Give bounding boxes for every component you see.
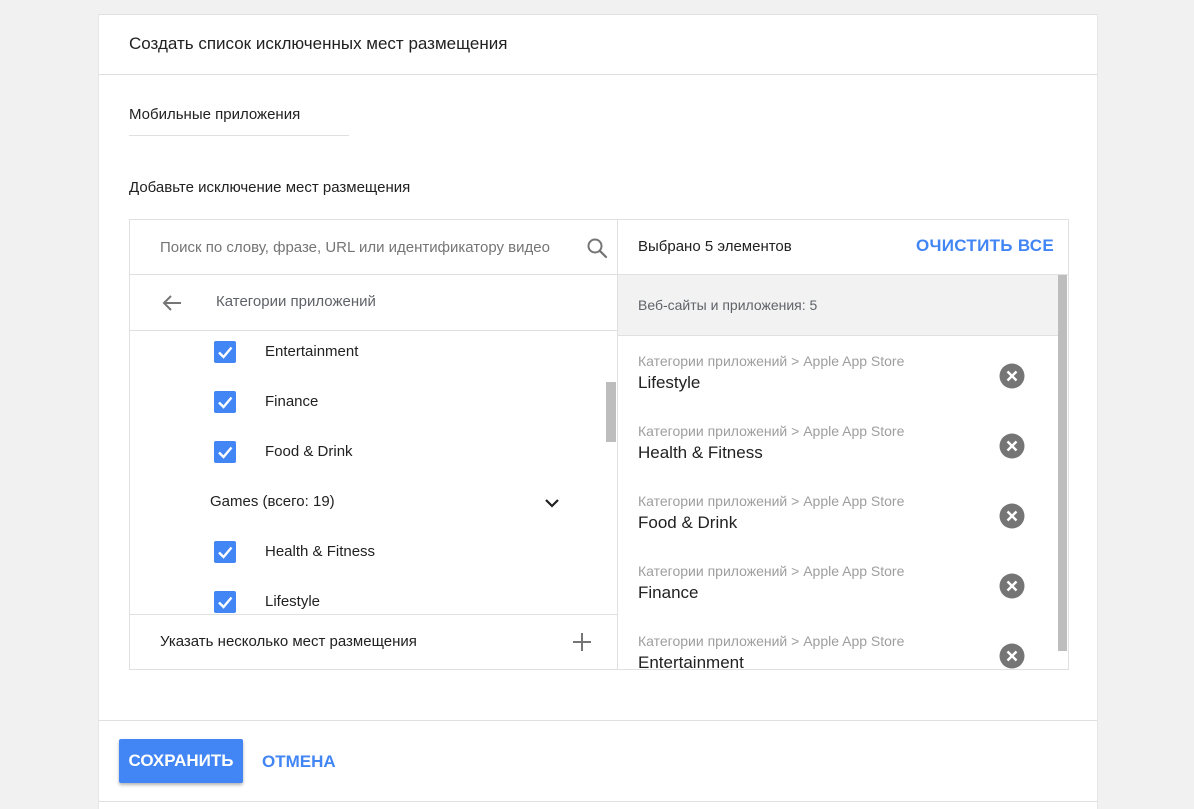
chevron-down-icon[interactable]: [540, 491, 564, 515]
category-list: Entertainment Finance Food & Drink Games…: [130, 331, 617, 614]
category-label: Health & Fitness: [265, 543, 376, 560]
arrow-back-icon[interactable]: [160, 291, 184, 315]
category-item-food-drink[interactable]: Food & Drink: [130, 429, 600, 479]
check-icon: [218, 596, 233, 609]
category-title: Категории приложений: [216, 293, 376, 310]
category-group-games[interactable]: Games (всего: 19): [130, 479, 600, 529]
selected-item-path: Категории приложений > Apple App Store: [638, 563, 905, 579]
selected-item-name: Food & Drink: [638, 513, 738, 532]
category-header: Категории приложений: [130, 275, 617, 331]
remove-circle-icon[interactable]: [999, 433, 1025, 459]
selected-count: Выбрано 5 элементов: [638, 238, 792, 255]
add-multiple-row[interactable]: Указать несколько мест размещения: [130, 614, 617, 669]
save-button[interactable]: СОХРАНИТЬ: [119, 739, 243, 783]
selected-item: Категории приложений > Apple App Store F…: [618, 493, 1058, 563]
search-icon[interactable]: [585, 236, 609, 260]
checkbox-checked[interactable]: [214, 541, 236, 563]
top-divider: [99, 14, 1097, 15]
remove-circle-icon[interactable]: [999, 573, 1025, 599]
selected-item-name: Lifestyle: [638, 373, 701, 392]
category-label: Food & Drink: [265, 443, 353, 460]
remove-circle-icon[interactable]: [999, 643, 1025, 669]
placement-picker: Категории приложений Entertainment Finan…: [129, 219, 1069, 670]
check-icon: [218, 546, 233, 559]
selected-item-name: Entertainment: [638, 653, 744, 669]
selected-scrollbar[interactable]: [1058, 275, 1067, 651]
category-item-lifestyle[interactable]: Lifestyle: [130, 579, 600, 614]
category-item-entertainment[interactable]: Entertainment: [130, 331, 600, 379]
checkbox-checked[interactable]: [214, 441, 236, 463]
checkbox-checked[interactable]: [214, 591, 236, 613]
selected-item-path: Категории приложений > Apple App Store: [638, 493, 905, 509]
dialog-title: Создать список исключенных мест размещен…: [129, 34, 508, 53]
checkbox-checked[interactable]: [214, 341, 236, 363]
title-divider: [99, 74, 1097, 75]
check-icon: [218, 346, 233, 359]
check-icon: [218, 446, 233, 459]
selected-pane: Выбрано 5 элементов ОЧИСТИТЬ ВСЕ Веб-сай…: [618, 220, 1068, 669]
remove-circle-icon[interactable]: [999, 503, 1025, 529]
selected-item-path: Категории приложений > Apple App Store: [638, 633, 905, 649]
category-item-finance[interactable]: Finance: [130, 379, 600, 429]
search-input[interactable]: [160, 236, 582, 258]
list-name-field[interactable]: Мобильные приложения: [129, 106, 349, 136]
plus-icon[interactable]: [570, 630, 594, 654]
section-label: Добавьте исключение мест размещения: [129, 179, 411, 196]
clear-all-button[interactable]: ОЧИСТИТЬ ВСЕ: [916, 236, 1054, 256]
selected-item: Категории приложений > Apple App Store F…: [618, 563, 1058, 633]
remove-circle-icon[interactable]: [999, 363, 1025, 389]
group-header-text: Веб-сайты и приложения: 5: [638, 297, 818, 313]
selected-item: Категории приложений > Apple App Store L…: [618, 353, 1058, 423]
bottom-divider: [99, 801, 1097, 802]
group-label: Games (всего: 19): [210, 493, 335, 510]
category-label: Finance: [265, 393, 319, 410]
category-label: Lifestyle: [265, 593, 321, 610]
selected-item: Категории приложений > Apple App Store E…: [618, 633, 1058, 669]
checkbox-checked[interactable]: [214, 391, 236, 413]
selected-header: Выбрано 5 элементов ОЧИСТИТЬ ВСЕ: [618, 220, 1068, 275]
footer-divider: [99, 720, 1097, 721]
browse-pane: Категории приложений Entertainment Finan…: [130, 220, 618, 669]
category-scrollbar[interactable]: [606, 382, 616, 442]
category-label: Entertainment: [265, 343, 359, 360]
cancel-button[interactable]: ОТМЕНА: [262, 752, 336, 772]
selected-group-header: Веб-сайты и приложения: 5: [618, 275, 1058, 336]
selected-item-name: Health & Fitness: [638, 443, 763, 462]
selected-item: Категории приложений > Apple App Store H…: [618, 423, 1058, 493]
selected-item-name: Finance: [638, 583, 699, 602]
exclusion-list-dialog: Создать список исключенных мест размещен…: [98, 14, 1098, 809]
add-multiple-label: Указать несколько мест размещения: [160, 633, 417, 650]
search-row: [130, 220, 617, 275]
category-item-health-fitness[interactable]: Health & Fitness: [130, 529, 600, 579]
selected-item-path: Категории приложений > Apple App Store: [638, 423, 905, 439]
selected-item-path: Категории приложений > Apple App Store: [638, 353, 905, 369]
check-icon: [218, 396, 233, 409]
